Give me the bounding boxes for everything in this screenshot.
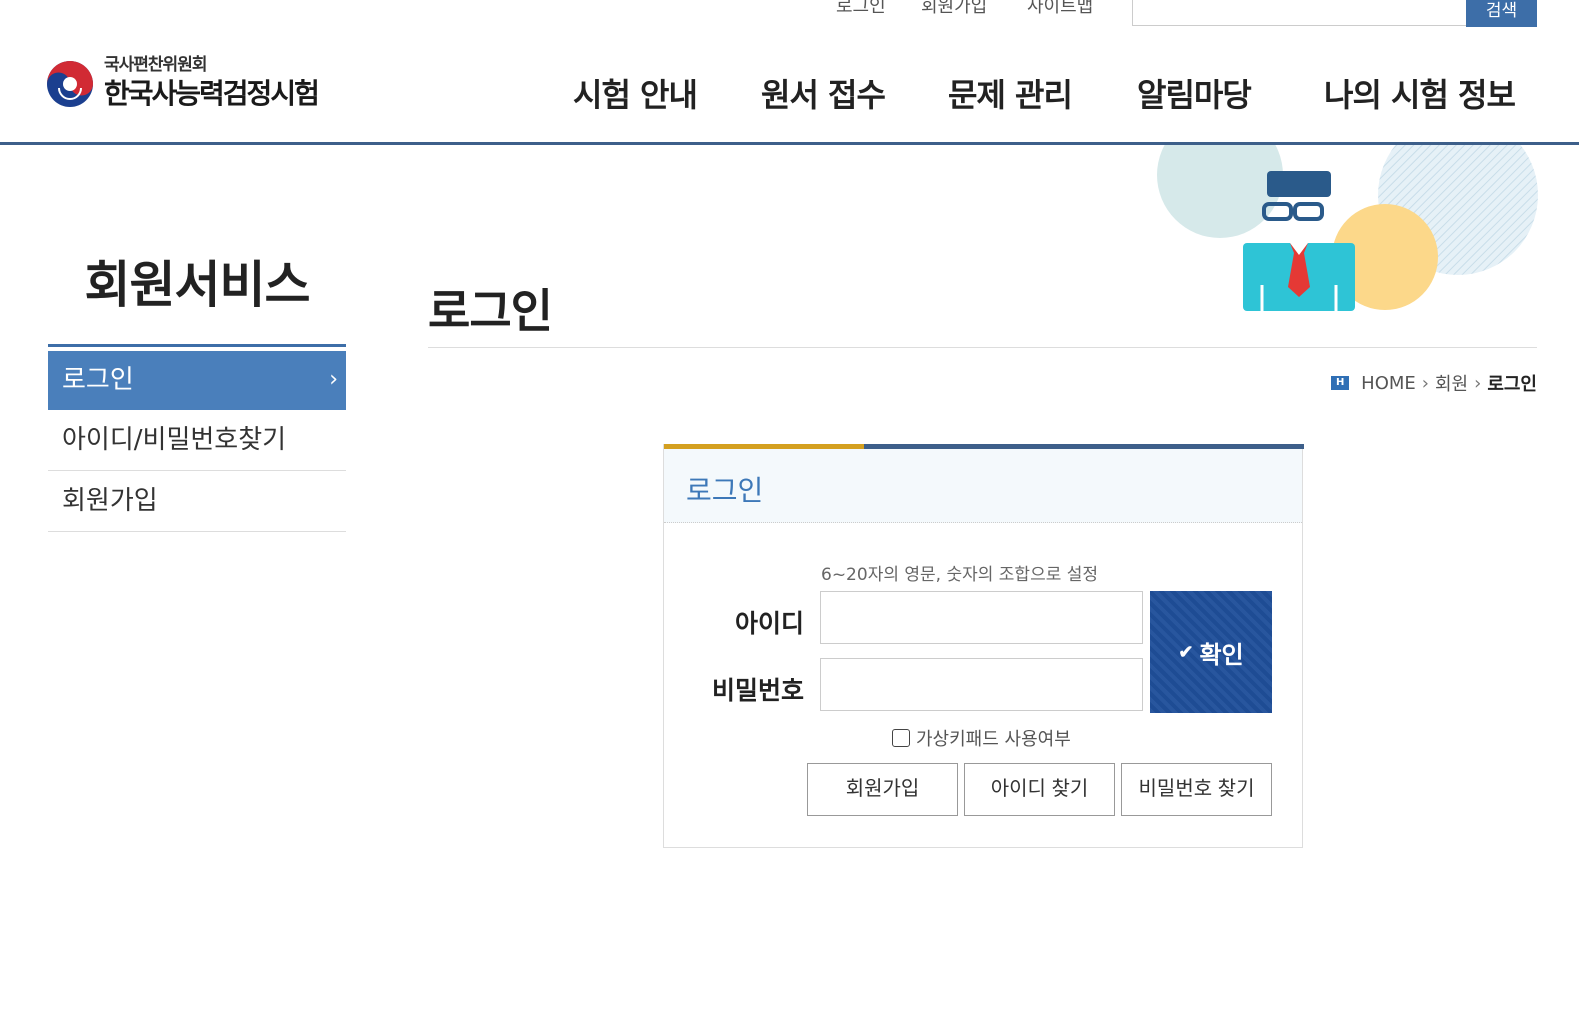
join-button[interactable]: 회원가입: [807, 763, 958, 816]
side-item-label: 아이디/비밀번호찾기: [62, 425, 287, 455]
breadcrumb: H HOME › 회원 › 로그인: [1331, 370, 1537, 396]
person-illustration: [1157, 145, 1538, 311]
gnb-question-mgmt[interactable]: 문제 관리: [948, 70, 1073, 116]
logo-title: 한국사능력검정시험: [104, 77, 320, 110]
login-confirm-button[interactable]: ✔ 확인: [1150, 591, 1272, 713]
side-item-label: 회원가입: [62, 486, 158, 516]
breadcrumb-separator-icon: ›: [1421, 372, 1429, 394]
breadcrumb-member[interactable]: 회원: [1435, 370, 1468, 396]
side-item-find-id-pw[interactable]: 아이디/비밀번호찾기: [48, 410, 346, 471]
virtual-keypad-checkbox[interactable]: [892, 729, 910, 747]
chevron-right-icon: ›: [329, 367, 338, 392]
gnb-my-exam[interactable]: 나의 시험 정보: [1324, 70, 1516, 116]
util-login-link[interactable]: 로그인: [836, 0, 886, 18]
home-icon: H: [1331, 376, 1350, 390]
id-input[interactable]: [820, 591, 1143, 644]
title-divider: [428, 347, 1537, 348]
search-input[interactable]: [1132, 0, 1468, 26]
side-item-label: 로그인: [62, 365, 134, 395]
id-hint-text: 6~20자의 영문, 숫자의 조합으로 설정: [821, 565, 1099, 585]
page-title: 로그인: [428, 284, 553, 338]
util-sitemap-link[interactable]: 사이트맵: [1027, 0, 1093, 18]
util-join-link[interactable]: 회원가입: [921, 0, 987, 18]
login-confirm-label: 확인: [1199, 641, 1244, 669]
breadcrumb-current: 로그인: [1487, 374, 1537, 395]
site-logo[interactable]: 국사편찬위원회 한국사능력검정시험: [46, 50, 346, 110]
side-item-login[interactable]: 로그인 ›: [48, 351, 346, 410]
gnb-notice[interactable]: 알림마당: [1137, 70, 1252, 116]
login-box: 로그인 6~20자의 영문, 숫자의 조합으로 설정 아이디 비밀번호 ✔ 확인…: [663, 444, 1304, 848]
login-box-header: 로그인: [664, 449, 1302, 523]
breadcrumb-home[interactable]: HOME: [1361, 373, 1416, 394]
id-label: 아이디: [734, 609, 804, 638]
check-icon: ✔: [1178, 641, 1194, 662]
search-button[interactable]: 검색: [1466, 0, 1537, 27]
find-password-button[interactable]: 비밀번호 찾기: [1121, 763, 1272, 816]
gnb-exam-info[interactable]: 시험 안내: [573, 70, 698, 116]
breadcrumb-separator-icon: ›: [1474, 372, 1482, 394]
find-id-button[interactable]: 아이디 찾기: [964, 763, 1115, 816]
side-title: 회원서비스: [84, 256, 311, 314]
password-label: 비밀번호: [711, 676, 804, 705]
side-menu: 로그인 › 아이디/비밀번호찾기 회원가입: [48, 344, 346, 532]
side-item-join[interactable]: 회원가입: [48, 471, 346, 532]
login-box-title: 로그인: [686, 474, 764, 507]
gnb-application[interactable]: 원서 접수: [761, 70, 886, 116]
password-input[interactable]: [820, 658, 1143, 711]
virtual-keypad-option[interactable]: 가상키패드 사용여부: [892, 725, 1071, 751]
virtual-keypad-label: 가상키패드 사용여부: [916, 729, 1071, 750]
taegeuk-emblem-icon: [47, 61, 93, 107]
